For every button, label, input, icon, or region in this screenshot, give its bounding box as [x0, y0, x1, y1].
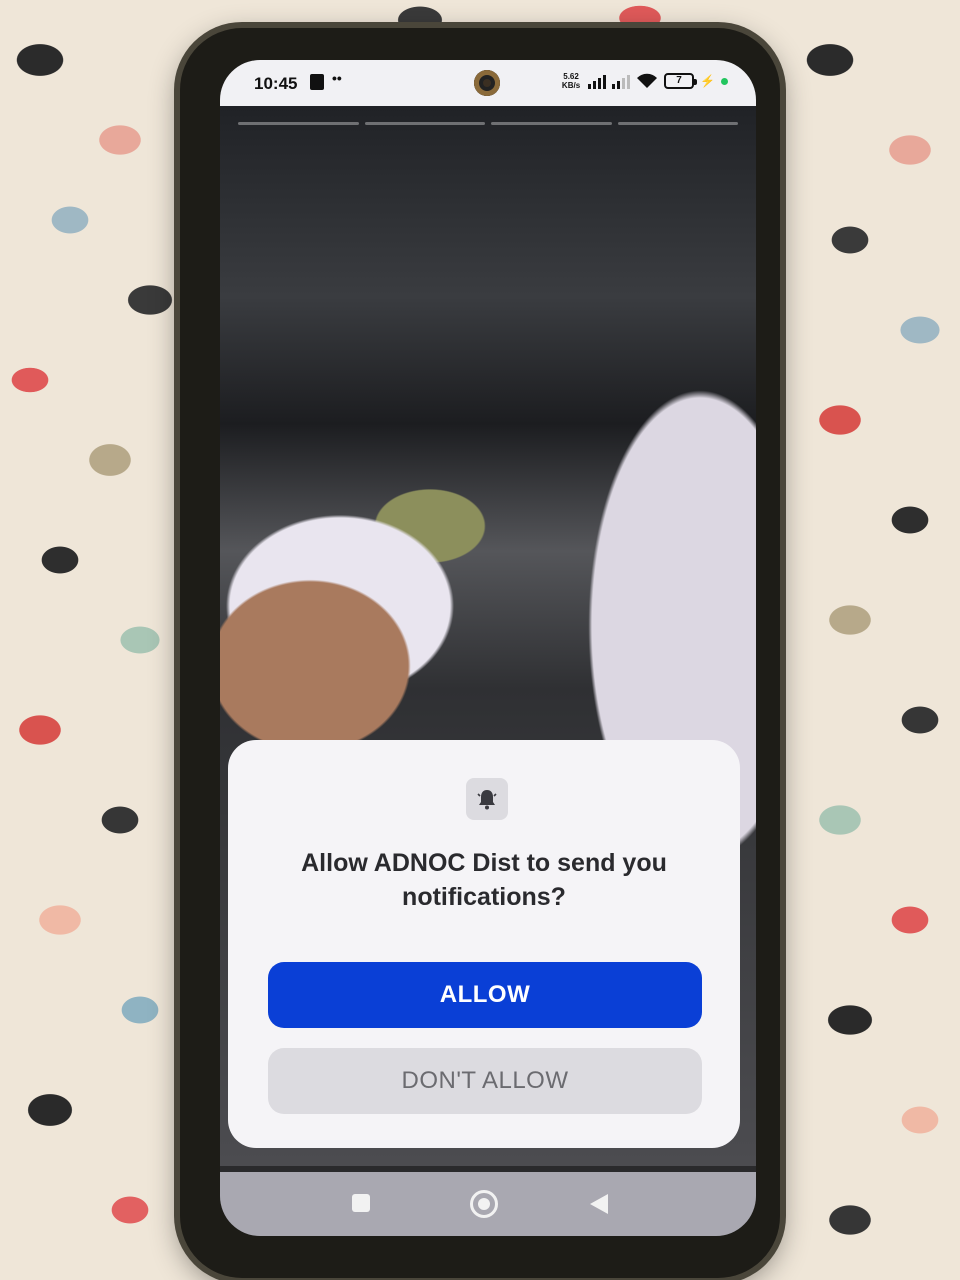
battery-level: 7 — [676, 75, 682, 86]
signal-icon — [588, 73, 607, 89]
story-progress-segment — [238, 122, 359, 125]
network-speed: 5.62 KB/s — [560, 72, 582, 90]
story-progress-bars — [238, 122, 738, 125]
bell-icon — [477, 790, 497, 810]
notification-icon — [310, 74, 324, 90]
story-progress-segment — [491, 122, 612, 125]
dialog-title: Allow ADNOC Dist to send you notificatio… — [301, 849, 667, 911]
wifi-icon — [637, 73, 658, 88]
notification-permission-dialog: Allow ADNOC Dist to send you notificatio… — [228, 740, 740, 1148]
recent-apps-icon[interactable] — [352, 1194, 370, 1212]
story-progress-segment — [617, 122, 738, 125]
network-speed-value: 5.62 — [563, 72, 579, 81]
allow-button[interactable]: ALLOW — [268, 962, 702, 1028]
front-camera — [474, 70, 500, 96]
story-progress-segment — [364, 122, 485, 125]
network-speed-unit: KB/s — [561, 81, 581, 90]
charging-icon: ⚡ — [700, 74, 715, 88]
privacy-indicator-icon — [721, 77, 728, 85]
signal-secondary-icon — [612, 73, 631, 89]
status-dots: •• — [332, 70, 342, 86]
home-icon[interactable] — [470, 1190, 498, 1218]
navigation-bar — [220, 1172, 756, 1236]
phone-screen: 10:45 •• 5.62 KB/s 7 ⚡ Allow ADNOC Dist … — [220, 60, 756, 1236]
battery-icon: 7 — [664, 73, 698, 89]
status-time: 10:45 — [254, 74, 298, 93]
back-icon[interactable] — [590, 1194, 608, 1214]
bell-icon-container — [466, 778, 508, 820]
status-indicators: 5.62 KB/s 7 ⚡ — [560, 72, 728, 90]
status-bar: 10:45 •• 5.62 KB/s 7 ⚡ — [220, 60, 756, 106]
dont-allow-button[interactable]: DON'T ALLOW — [268, 1048, 702, 1114]
